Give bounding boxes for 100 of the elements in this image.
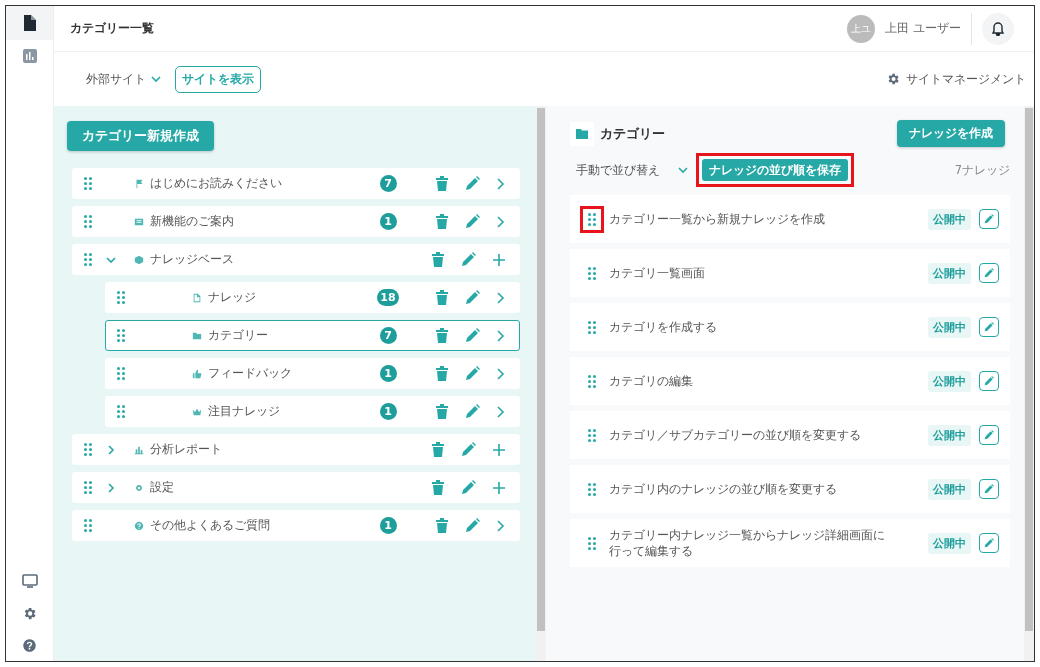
category-row[interactable]: 分析レポート xyxy=(72,434,520,465)
pencil-icon xyxy=(984,322,994,332)
knowledge-count: 7ナレッジ xyxy=(954,162,1010,178)
category-name: 分析レポート xyxy=(150,441,222,458)
trash-icon[interactable] xyxy=(436,176,448,191)
drag-handle-icon[interactable] xyxy=(84,177,92,190)
drag-handle-icon[interactable] xyxy=(84,215,92,228)
trash-icon[interactable] xyxy=(432,442,444,457)
plus-icon[interactable] xyxy=(493,443,505,456)
trash-icon[interactable] xyxy=(432,252,444,267)
category-title: カテゴリー xyxy=(600,124,665,143)
article-title: カテゴリー内ナレッジ一覧からナレッジ詳細画面に行って編集する xyxy=(609,526,886,560)
chevron-down-icon[interactable] xyxy=(151,75,161,83)
chevron-right-icon[interactable] xyxy=(497,291,505,304)
drag-handle-icon[interactable] xyxy=(117,291,125,304)
sort-dropdown[interactable]: 手動で並び替え xyxy=(576,161,688,179)
scrollbar-thumb[interactable] xyxy=(537,108,545,631)
trash-icon[interactable] xyxy=(432,480,444,495)
article-card[interactable]: カテゴリの編集 公開中 xyxy=(570,357,1010,405)
chevron-right-icon[interactable] xyxy=(497,367,505,380)
scrollbar-thumb[interactable] xyxy=(1025,108,1033,631)
chevron-right-icon[interactable] xyxy=(497,177,505,190)
category-row[interactable]: 新機能のご案内 1 xyxy=(72,206,520,237)
chevron-right-icon[interactable] xyxy=(497,329,505,342)
pencil-icon xyxy=(984,268,994,278)
article-card[interactable]: カテゴリ／サブカテゴリーの並び順を変更する 公開中 xyxy=(570,411,1010,459)
drag-handle-icon[interactable] xyxy=(84,253,92,266)
document-icon[interactable] xyxy=(6,6,53,40)
pencil-icon[interactable] xyxy=(465,214,480,229)
chevron-icon[interactable] xyxy=(106,254,116,265)
article-card[interactable]: カテゴリを作成する 公開中 xyxy=(570,303,1010,351)
edit-button[interactable] xyxy=(979,533,999,553)
chevron-right-icon[interactable] xyxy=(497,519,505,532)
status-badge: 公開中 xyxy=(928,208,971,230)
drag-handle-icon[interactable] xyxy=(580,205,604,233)
pencil-icon xyxy=(984,430,994,440)
edit-button[interactable] xyxy=(979,209,999,229)
drag-handle-icon[interactable] xyxy=(117,329,125,342)
crown-icon xyxy=(192,406,202,417)
trash-icon[interactable] xyxy=(436,214,448,229)
category-row[interactable]: ナレッジ 18 xyxy=(105,282,520,313)
drag-handle-icon[interactable] xyxy=(84,519,92,532)
pencil-icon[interactable] xyxy=(465,518,480,533)
user-name[interactable]: 上田 ユーザー xyxy=(885,20,961,37)
edit-button[interactable] xyxy=(979,425,999,445)
category-row[interactable]: カテゴリー 7 xyxy=(105,320,520,351)
count-badge: 7 xyxy=(379,327,397,344)
site-dropdown[interactable]: 外部サイト xyxy=(86,70,161,88)
drag-handle-icon[interactable] xyxy=(117,367,125,380)
count-badge: 7 xyxy=(379,175,397,192)
pencil-icon[interactable] xyxy=(465,328,480,343)
trash-icon[interactable] xyxy=(436,518,448,533)
trash-icon[interactable] xyxy=(436,328,448,343)
chevron-right-icon[interactable] xyxy=(497,215,505,228)
trash-icon[interactable] xyxy=(436,290,448,305)
chevron-right-icon[interactable] xyxy=(497,405,505,418)
folder-icon xyxy=(192,330,202,341)
pencil-icon[interactable] xyxy=(461,252,476,267)
folder-icon xyxy=(570,121,594,146)
pencil-icon[interactable] xyxy=(461,442,476,457)
article-card[interactable]: カテゴリ一覧画面 公開中 xyxy=(570,249,1010,297)
drag-handle-icon[interactable] xyxy=(84,443,92,456)
gear-icon[interactable] xyxy=(886,72,900,86)
drag-handle-icon[interactable] xyxy=(117,405,125,418)
trash-icon[interactable] xyxy=(436,366,448,381)
edit-button[interactable] xyxy=(979,263,999,283)
pencil-icon[interactable] xyxy=(465,366,480,381)
edit-button[interactable] xyxy=(979,317,999,337)
chevron-down-icon[interactable] xyxy=(678,166,688,174)
edit-button[interactable] xyxy=(979,479,999,499)
article-card[interactable]: カテゴリー一覧から新規ナレッジを作成 公開中 xyxy=(570,195,1010,243)
category-row[interactable]: はじめにお読みください 7 xyxy=(72,168,520,199)
article-title: カテゴリ／サブカテゴリーの並び順を変更する xyxy=(609,426,861,444)
pencil-icon xyxy=(984,214,994,224)
plus-icon[interactable] xyxy=(493,481,505,494)
pencil-icon[interactable] xyxy=(461,480,476,495)
pencil-icon[interactable] xyxy=(465,176,480,191)
gear-icon xyxy=(134,482,144,493)
pencil-icon[interactable] xyxy=(465,290,480,305)
category-row[interactable]: ナレッジベース xyxy=(72,244,520,275)
article-title: カテゴリを作成する xyxy=(609,318,717,336)
category-row[interactable]: フィードバック 1 xyxy=(105,358,520,389)
article-card[interactable]: カテゴリ内のナレッジの並び順を変更する 公開中 xyxy=(570,465,1010,513)
pencil-icon[interactable] xyxy=(465,404,480,419)
bar-chart-icon xyxy=(134,444,144,455)
category-name: その他よくあるご質問 xyxy=(150,517,270,534)
category-row[interactable]: 設定 xyxy=(72,472,520,503)
article-card[interactable]: カテゴリー内ナレッジ一覧からナレッジ詳細画面に行って編集する 公開中 xyxy=(570,519,1010,567)
drag-handle-icon[interactable] xyxy=(84,481,92,494)
site-management-link[interactable]: サイトマネージメント xyxy=(886,70,1026,88)
plus-icon[interactable] xyxy=(493,253,505,266)
count-badge: 1 xyxy=(379,403,397,420)
trash-icon[interactable] xyxy=(436,404,448,419)
category-row[interactable]: 注目ナレッジ 1 xyxy=(105,396,520,427)
chevron-icon[interactable] xyxy=(106,444,116,455)
category-row[interactable]: その他よくあるご質問 1 xyxy=(72,510,520,541)
notification-bell-icon[interactable] xyxy=(982,12,1014,45)
category-name: ナレッジ xyxy=(208,289,256,306)
edit-button[interactable] xyxy=(979,371,999,391)
chevron-icon[interactable] xyxy=(106,482,116,493)
